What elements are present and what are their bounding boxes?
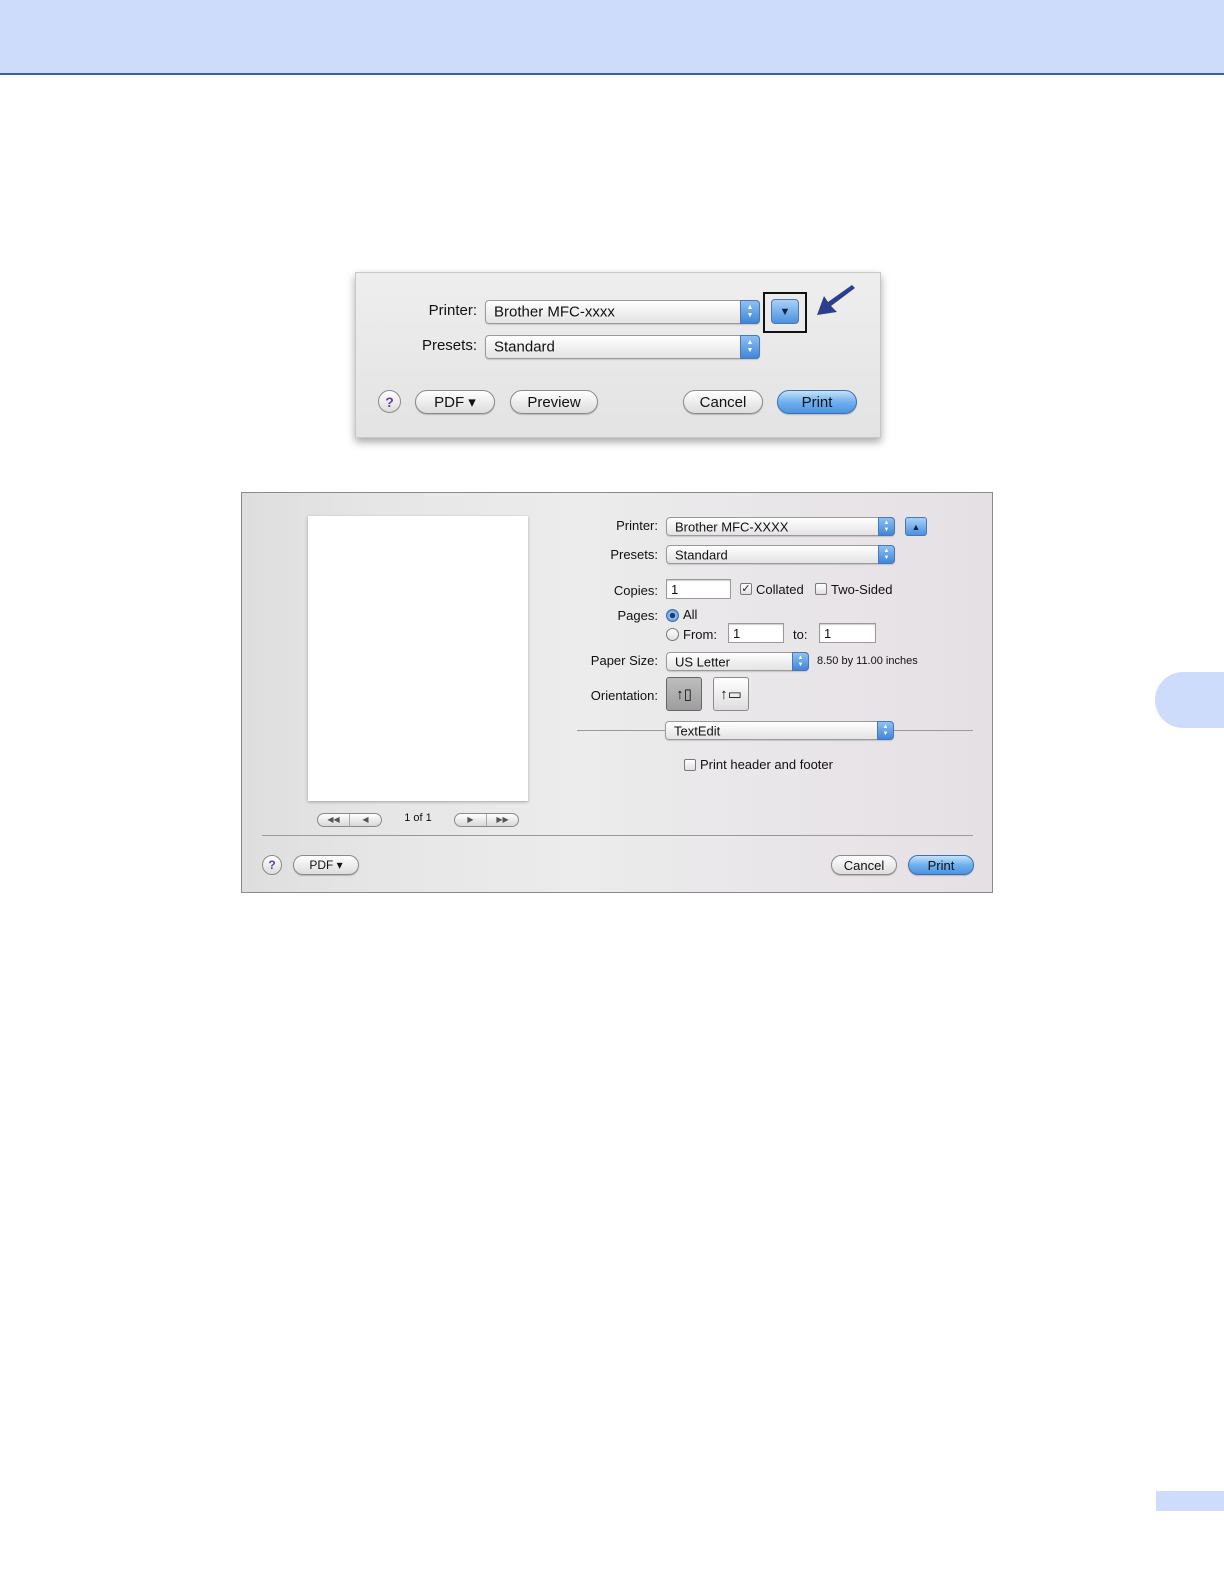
arrow-pointer-icon [817, 285, 855, 315]
popup-stepper-icon: ▲ ▼ [877, 721, 894, 740]
pages-label: Pages: [617, 608, 658, 623]
previous-page-icon[interactable]: ◀ [349, 814, 381, 826]
popup-stepper-icon: ▲ ▼ [878, 545, 895, 564]
presets-popup[interactable]: Standard ▲ ▼ [666, 545, 895, 564]
orientation-label: Orientation: [590, 688, 658, 703]
presets-popup-value: Standard [494, 338, 555, 356]
pages-to-field[interactable]: 1 [819, 623, 876, 643]
popup-stepper-icon: ▲ ▼ [792, 652, 809, 671]
popup-stepper-icon: ▲ ▼ [878, 517, 895, 536]
pdf-menu-button[interactable]: PDF ▾ [415, 390, 495, 414]
cancel-button[interactable]: Cancel [683, 390, 763, 414]
preview-button[interactable]: Preview [510, 390, 598, 414]
last-page-icon[interactable]: ▶▶ [486, 814, 518, 826]
pages-all-radio[interactable] [666, 609, 679, 622]
printer-popup-value: Brother MFC-xxxx [494, 303, 615, 321]
two-sided-label: Two-Sided [831, 582, 893, 597]
print-button[interactable]: Print [777, 390, 857, 414]
popup-stepper-icon: ▲ ▼ [740, 300, 760, 324]
two-sided-checkbox[interactable] [815, 583, 827, 595]
landscape-orientation-icon: ↑▭ [720, 686, 742, 703]
help-button[interactable]: ? [262, 855, 282, 875]
printer-popup[interactable]: Brother MFC-xxxx ▲ ▼ [485, 300, 760, 324]
footer-separator [262, 835, 973, 836]
pages-from-field[interactable]: 1 [728, 623, 784, 643]
page-number-tab [1156, 1491, 1224, 1511]
app-panel-popup-value: TextEdit [674, 723, 721, 738]
header-band [0, 0, 1224, 75]
copies-label: Copies: [613, 583, 658, 598]
pages-from-label: From: [683, 627, 717, 642]
next-page-icon[interactable]: ▶ [455, 814, 486, 826]
help-icon: ? [385, 393, 394, 410]
presets-popup-value: Standard [675, 547, 728, 562]
portrait-orientation-icon: ↑▯ [676, 686, 692, 703]
pdf-menu-button[interactable]: PDF ▾ [293, 855, 359, 875]
collated-label: Collated [756, 582, 804, 597]
app-panel-popup[interactable]: TextEdit ▲ ▼ [665, 721, 894, 740]
preview-back-buttons[interactable]: ◀◀ ◀ [317, 813, 382, 827]
callout-highlight-box [763, 292, 807, 333]
paper-size-label: Paper Size: [590, 653, 658, 668]
pages-from-radio[interactable] [666, 628, 679, 641]
paper-size-popup[interactable]: US Letter ▲ ▼ [666, 652, 809, 671]
collated-checkbox[interactable]: ✓ [740, 583, 752, 595]
presets-popup[interactable]: Standard ▲ ▼ [485, 335, 760, 359]
help-button[interactable]: ? [378, 390, 401, 413]
presets-label: Presets: [421, 337, 477, 354]
panel-separator-left [577, 730, 665, 731]
header-footer-label: Print header and footer [700, 757, 833, 772]
landscape-orientation-button[interactable]: ↑▭ [713, 677, 749, 711]
disclosure-triangle-icon: ▲ [911, 521, 921, 532]
pages-all-label: All [683, 607, 698, 622]
printer-popup[interactable]: Brother MFC-XXXX ▲ ▼ [666, 517, 895, 536]
panel-separator-right [894, 730, 973, 731]
presets-label: Presets: [610, 547, 658, 562]
page-preview [308, 516, 528, 801]
portrait-orientation-button[interactable]: ↑▯ [666, 677, 702, 711]
pages-to-label: to: [793, 627, 808, 642]
help-icon: ? [268, 858, 276, 872]
paper-size-popup-value: US Letter [675, 654, 730, 669]
collapse-details-button[interactable]: ▲ [905, 517, 927, 536]
printer-label: Printer: [428, 302, 477, 319]
popup-stepper-icon: ▲ ▼ [740, 335, 760, 359]
header-footer-checkbox[interactable] [684, 759, 696, 771]
printer-popup-value: Brother MFC-XXXX [675, 519, 789, 534]
cancel-button[interactable]: Cancel [831, 855, 897, 875]
chapter-tab [1155, 672, 1224, 728]
printer-label: Printer: [616, 518, 658, 533]
print-button[interactable]: Print [908, 855, 974, 875]
copies-field[interactable]: 1 [666, 579, 731, 599]
page-counter: 1 of 1 [404, 812, 432, 824]
paper-size-dimensions: 8.50 by 11.00 inches [817, 655, 918, 667]
preview-forward-buttons[interactable]: ▶ ▶▶ [454, 813, 519, 827]
first-page-icon[interactable]: ◀◀ [318, 814, 349, 826]
